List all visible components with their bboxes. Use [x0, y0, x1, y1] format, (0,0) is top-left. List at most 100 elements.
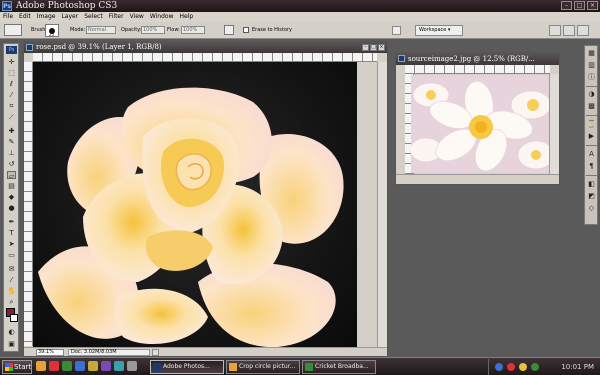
bridge-icon[interactable] — [392, 26, 401, 35]
opera-quicklaunch-icon[interactable] — [49, 361, 59, 371]
explorer-quicklaunch-icon[interactable] — [88, 361, 98, 371]
brushes-tab-icon[interactable] — [549, 25, 561, 36]
notes-icon[interactable]: ✉ — [7, 265, 16, 273]
horizontal-ruler[interactable] — [33, 53, 377, 62]
eyedropper-icon[interactable]: ⁄ — [7, 276, 16, 284]
task-crop-circle[interactable]: Crop circle pictur... — [226, 360, 300, 374]
doc-close-button[interactable]: × — [378, 44, 385, 51]
gradient-icon[interactable]: ▤ — [7, 182, 16, 190]
swatches-icon[interactable]: ▩ — [587, 102, 596, 111]
pen-icon[interactable]: ✒ — [7, 218, 16, 226]
menu-help[interactable]: Help — [177, 12, 197, 22]
menu-layer[interactable]: Layer — [58, 12, 81, 22]
system-tray: 10:01 PM — [488, 359, 600, 375]
lasso-icon[interactable]: ℓ — [7, 80, 16, 88]
document-vertical-scrollbar[interactable] — [377, 62, 387, 347]
histogram-icon[interactable]: ▥ — [587, 61, 596, 70]
character-icon[interactable]: A — [587, 150, 596, 159]
tool-preset-picker[interactable] — [4, 24, 22, 36]
workspace-button[interactable]: Workspace ▾ — [415, 25, 463, 36]
mode-select[interactable]: Normal — [86, 26, 116, 34]
background-color-swatch[interactable] — [10, 314, 18, 322]
desktop-quicklaunch-icon[interactable] — [127, 361, 137, 371]
task-cricket[interactable]: Cricket Broadba... — [302, 360, 376, 374]
security-tray-icon[interactable] — [507, 363, 515, 371]
broadband-task-icon — [305, 363, 313, 371]
flow-field[interactable]: 100% — [181, 26, 205, 34]
source-vertical-scrollbar[interactable] — [549, 74, 559, 174]
presets-tab-icon[interactable] — [563, 25, 575, 36]
quick-mask-icon[interactable]: ◐ — [7, 328, 16, 336]
slice-icon[interactable]: ⟋ — [7, 113, 16, 121]
firefox-quicklaunch-icon[interactable] — [36, 361, 46, 371]
channels-icon[interactable]: ◩ — [587, 192, 596, 201]
messenger-quicklaunch-icon[interactable] — [114, 361, 124, 371]
status-menu-button[interactable] — [152, 349, 159, 356]
close-button[interactable]: × — [587, 1, 598, 10]
browser-task-icon — [229, 363, 237, 371]
menu-view[interactable]: View — [127, 12, 147, 22]
doc-size-info[interactable]: Doc: 3.02M/8.03M — [68, 349, 150, 356]
actions-icon[interactable]: ▶ — [587, 132, 596, 141]
dock-divider — [586, 115, 597, 116]
info-icon[interactable]: ⓘ — [587, 73, 596, 82]
image-canvas[interactable] — [33, 62, 357, 347]
task-photoshop[interactable]: Adobe Photos... — [150, 360, 224, 374]
ie-quicklaunch-icon[interactable] — [75, 361, 85, 371]
media-quicklaunch-icon[interactable] — [101, 361, 111, 371]
app-tray-icon[interactable] — [531, 363, 539, 371]
document-title-bar[interactable]: rose.psd @ 39.1% (Layer 1, RGB/8) – □ × — [24, 42, 387, 53]
start-button[interactable]: Start — [2, 360, 32, 374]
move-icon[interactable]: ✛ — [7, 58, 16, 66]
zoom-level-field[interactable]: 39.1% — [36, 349, 64, 356]
dock-divider — [586, 175, 597, 176]
magic-wand-icon[interactable]: ⁄ — [7, 91, 16, 99]
mode-label: Mode: — [70, 27, 86, 33]
network-tray-icon[interactable] — [495, 363, 503, 371]
minimize-button[interactable]: – — [561, 1, 572, 10]
doc-maximize-button[interactable]: □ — [370, 44, 377, 51]
maximize-button[interactable]: □ — [574, 1, 585, 10]
marquee-icon[interactable]: ⬚ — [7, 69, 16, 77]
menu-edit[interactable]: Edit — [16, 12, 34, 22]
source-title-bar[interactable]: sourceimage2.jpg @ 12.5% (RGB/... — [396, 53, 559, 65]
ps-document-icon — [26, 44, 33, 51]
history-icon[interactable]: ⌛ — [587, 120, 596, 129]
menu-window[interactable]: Window — [147, 12, 177, 22]
dodge-icon[interactable]: ● — [7, 204, 16, 212]
plumeria-image — [411, 75, 550, 173]
menu-image[interactable]: Image — [34, 12, 59, 22]
crop-icon[interactable]: ⌗ — [7, 102, 16, 110]
eraser-icon[interactable]: ▱ — [7, 171, 16, 180]
navigator-icon[interactable]: ▦ — [587, 49, 596, 58]
title-bar: Ps Adobe Photoshop CS3 – □ × — [0, 0, 600, 12]
healing-icon[interactable]: ✚ — [7, 127, 16, 135]
menu-filter[interactable]: Filter — [106, 12, 127, 22]
doc-minimize-button[interactable]: – — [362, 44, 369, 51]
airbrush-icon[interactable] — [224, 25, 234, 35]
zoom-icon[interactable]: ⌕ — [7, 298, 16, 306]
history-brush-icon[interactable]: ↺ — [7, 160, 16, 168]
vertical-ruler[interactable] — [24, 62, 33, 346]
hand-icon[interactable]: ✋ — [7, 287, 16, 295]
blur-icon[interactable]: ◆ — [7, 193, 16, 201]
layers-icon[interactable]: ◧ — [587, 180, 596, 189]
app-quicklaunch-icon[interactable] — [62, 361, 72, 371]
brush-icon[interactable]: ✎ — [7, 138, 16, 146]
menu-select[interactable]: Select — [81, 12, 106, 22]
source-canvas[interactable] — [411, 75, 550, 173]
opacity-field[interactable]: 100% — [141, 26, 165, 34]
paths-icon[interactable]: ◇ — [587, 204, 596, 213]
source-horizontal-ruler[interactable] — [405, 65, 550, 74]
menu-file[interactable]: File — [0, 12, 16, 22]
color-icon[interactable]: ◑ — [587, 90, 596, 99]
screen-mode-icon[interactable]: ▣ — [7, 340, 16, 348]
volume-tray-icon[interactable] — [519, 363, 527, 371]
stamp-icon[interactable]: ⊥ — [7, 149, 16, 157]
shape-icon[interactable]: ▭ — [7, 251, 16, 259]
comps-tab-icon[interactable] — [577, 25, 589, 36]
path-select-icon[interactable]: ➤ — [7, 240, 16, 248]
erase-to-history-checkbox[interactable] — [243, 27, 249, 33]
paragraph-icon[interactable]: ¶ — [587, 162, 596, 171]
type-icon[interactable]: T — [7, 229, 16, 237]
